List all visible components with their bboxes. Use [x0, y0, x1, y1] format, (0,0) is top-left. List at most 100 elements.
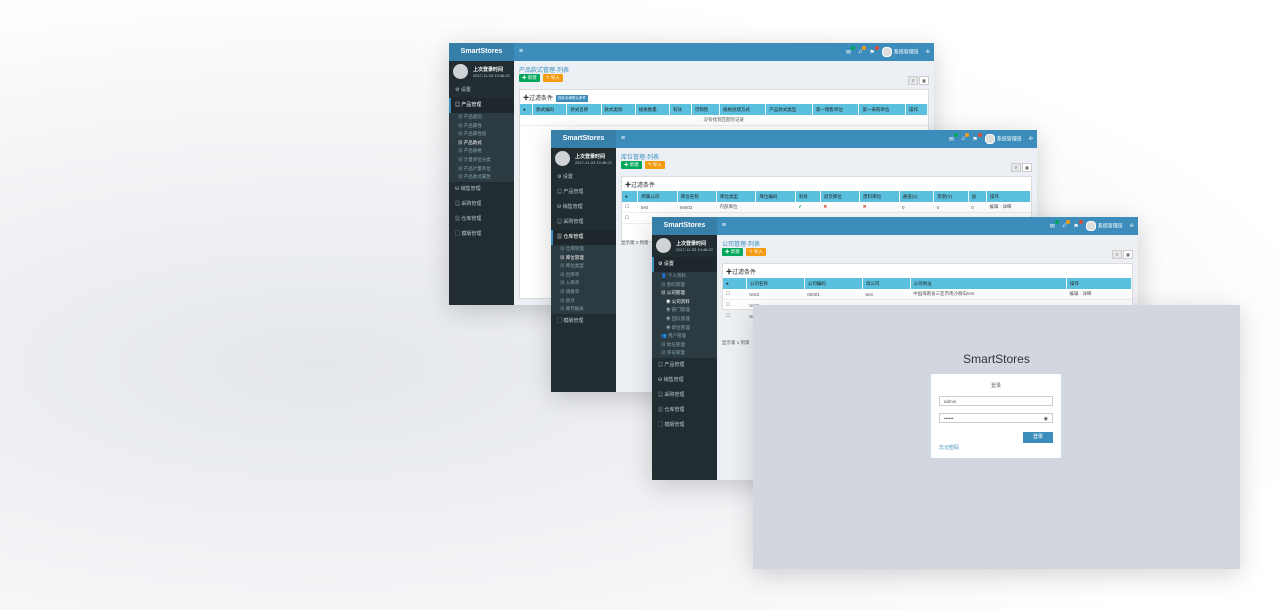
sidebar-item-product[interactable]: ▤ 产品管理 — [652, 358, 717, 373]
brand-logo[interactable]: SmartStores — [652, 217, 717, 235]
sidebar-subitem[interactable]: ▦ 库位类型 — [551, 262, 616, 271]
column-header[interactable]: 款式名称 — [566, 104, 602, 115]
bell-icon[interactable]: ♫ — [1062, 220, 1071, 229]
sidebar-item-sales[interactable]: ⛁ 销售管理 — [551, 200, 616, 215]
flag-icon[interactable]: ⚑ — [869, 45, 879, 56]
grid-view-icon[interactable]: ▦ — [919, 76, 929, 85]
sidebar-subitem[interactable]: ▦ 密码管理 — [652, 280, 717, 290]
bell-icon[interactable]: ♫ — [858, 46, 867, 55]
sidebar-subitem[interactable]: ◉ 团队管理 — [652, 314, 717, 324]
menu-toggle-icon[interactable]: ≡ — [722, 217, 726, 235]
filter-toggle[interactable]: ✚过滤条件 — [625, 180, 655, 189]
sidebar-subitem[interactable]: 👤 个人资料 — [652, 272, 717, 281]
row-checkbox[interactable]: ☐ — [723, 289, 747, 300]
list-view-icon[interactable]: ≡ — [1011, 163, 1021, 172]
row-checkbox[interactable]: ☐ — [622, 202, 638, 213]
user-menu[interactable]: 系统管理员 — [1085, 221, 1123, 231]
import-button[interactable]: ↰ 导入 — [745, 248, 766, 256]
column-header[interactable]: 母公司 — [862, 278, 911, 289]
sidebar-item-warehouse[interactable]: ▥ 仓库管理 — [652, 403, 717, 418]
column-header[interactable]: 库位编码 — [755, 191, 796, 202]
new-button[interactable]: ✚ 新建 — [722, 248, 743, 256]
password-field[interactable]: •••••• ◉ — [939, 413, 1053, 423]
filter-toggle[interactable]: ✚过滤条件 — [726, 267, 756, 276]
column-header[interactable]: 有效 — [669, 104, 692, 115]
sidebar-subitem[interactable]: ▦ 产品规格 — [449, 147, 514, 156]
sidebar-item-purchase[interactable]: ▤ 采购管理 — [652, 388, 717, 403]
column-header[interactable]: 所属公司 — [637, 191, 678, 202]
new-button[interactable]: ✚ 新建 — [519, 74, 540, 82]
row-actions[interactable]: 编辑 · 详细 — [986, 202, 1031, 213]
share-icon[interactable]: ✣ — [1029, 136, 1033, 142]
sidebar-subitem[interactable]: ▦ 产品计量单位 — [449, 164, 514, 174]
row-checkbox[interactable]: ☐ — [723, 310, 747, 322]
sidebar-subitem[interactable]: ▦ 仓库管理 — [551, 245, 616, 254]
column-header[interactable]: 公司地址 — [910, 278, 1067, 289]
sidebar-subitem[interactable]: ▦ 入库单 — [551, 279, 616, 288]
share-icon[interactable]: ✣ — [926, 49, 930, 55]
row-actions[interactable]: 编辑 · 详细 — [1066, 289, 1132, 300]
sidebar-item-product[interactable]: ▤ 产品管理 — [449, 98, 514, 113]
select-all-checkbox[interactable]: ● — [723, 278, 747, 289]
username-field[interactable]: admin — [939, 396, 1053, 406]
sidebar-item-purchase[interactable]: ▤ 采购管理 — [449, 197, 514, 212]
table-row[interactable]: ☐ test test03 内部库位 ✔ ✖ ✖ 0 0 0 编辑 · 详细 — [622, 202, 1031, 213]
brand-logo[interactable]: SmartStores — [449, 43, 514, 61]
sidebar-subitem[interactable]: ◉ 部门管理 — [652, 306, 717, 315]
column-header[interactable]: 规格数量 — [635, 104, 670, 115]
import-button[interactable]: ↰ 导入 — [542, 74, 563, 82]
sidebar-item-template[interactable]: ▢ 模版管理 — [652, 418, 717, 433]
column-header[interactable]: 退货库位 — [820, 191, 861, 202]
column-header[interactable]: 库位类型 — [716, 191, 757, 202]
select-all-checkbox[interactable]: ● — [520, 104, 534, 115]
sidebar-item-product[interactable]: ▤ 产品管理 — [551, 185, 616, 200]
sidebar-item-settings[interactable]: ⚙ 设置 — [551, 170, 616, 185]
column-header[interactable]: 废料库位 — [859, 191, 900, 202]
sidebar-subitem-current[interactable]: ▦ 库位管理 — [551, 253, 616, 263]
share-icon[interactable]: ✣ — [1130, 223, 1134, 229]
bell-icon[interactable]: ♫ — [961, 133, 970, 142]
sidebar-subitem[interactable]: 👥 用户管理 — [652, 332, 717, 341]
sidebar-item-settings[interactable]: ⚙ 设置 — [652, 257, 717, 272]
column-header[interactable]: 款式类别 — [601, 104, 636, 115]
sidebar-subitem[interactable]: ▦ 计量单位分类 — [449, 155, 514, 165]
row-checkbox[interactable]: ☐ — [622, 212, 638, 224]
sidebar-subitem-current[interactable]: ▦ 产品款式 — [449, 138, 514, 148]
envelope-icon[interactable]: ✉ — [846, 45, 855, 56]
sidebar-item-template[interactable]: ▢ 模版管理 — [449, 227, 514, 242]
sidebar-subitem[interactable]: ▦ 产品属性 — [449, 121, 514, 131]
envelope-icon[interactable]: ✉ — [949, 132, 958, 143]
user-menu[interactable]: 系统管理员 — [881, 47, 919, 57]
column-header[interactable]: 库位名称 — [677, 191, 718, 202]
sidebar-subitem[interactable]: ▦ 序号管理 — [652, 349, 717, 358]
sidebar-subitem[interactable]: ▦ 产品款式属性 — [449, 173, 514, 182]
sidebar-subitem[interactable]: ▦ 调拨单 — [551, 287, 616, 297]
forgot-password-link[interactable]: 忘记密码 — [939, 444, 959, 451]
brand-logo[interactable]: SmartStores — [551, 130, 616, 148]
sidebar-item-warehouse[interactable]: ▥ 仓库管理 — [551, 230, 616, 245]
column-header[interactable]: 产品款式类型 — [765, 104, 813, 115]
column-header[interactable]: 第一销售单位 — [812, 104, 860, 115]
select-all-checkbox[interactable]: ● — [622, 191, 639, 202]
sidebar-item-sales[interactable]: ⛁ 销售管理 — [449, 182, 514, 197]
sidebar-subitem[interactable]: ▦ 盘点 — [551, 296, 616, 306]
eye-icon[interactable]: ◉ — [1044, 414, 1048, 424]
flag-icon[interactable]: ⚑ — [972, 132, 982, 143]
list-view-icon[interactable]: ≡ — [1112, 250, 1122, 259]
column-header[interactable]: 第一采购单位 — [858, 104, 906, 115]
sidebar-subitem-current[interactable]: ◉ 公司资料 — [652, 297, 717, 307]
column-header[interactable]: 可销售 — [691, 104, 720, 115]
grid-view-icon[interactable]: ▦ — [1022, 163, 1032, 172]
column-header[interactable]: 公司编码 — [804, 278, 864, 289]
sidebar-subitem[interactable]: ▦ 产品属性值 — [449, 130, 514, 139]
column-header[interactable]: 款式编码 — [532, 104, 568, 115]
column-header[interactable]: 规格创建方式 — [719, 104, 767, 115]
new-button[interactable]: ✚ 新建 — [621, 161, 642, 169]
flag-icon[interactable]: ⚑ — [1073, 219, 1083, 230]
row-checkbox[interactable]: ☐ — [723, 299, 747, 311]
sidebar-item-purchase[interactable]: ▤ 采购管理 — [551, 215, 616, 230]
table-row[interactable]: ☐ test3 00001 test 中国海南省三亚市南沙群岛test 编辑 ·… — [723, 289, 1132, 300]
sidebar-subitem[interactable]: ▦ 产品类别 — [449, 113, 514, 122]
filter-toggle[interactable]: ✚过滤条件 保存全局默认条件 — [523, 93, 589, 102]
sidebar-subitem[interactable]: ◉ 职位管理 — [652, 323, 717, 333]
